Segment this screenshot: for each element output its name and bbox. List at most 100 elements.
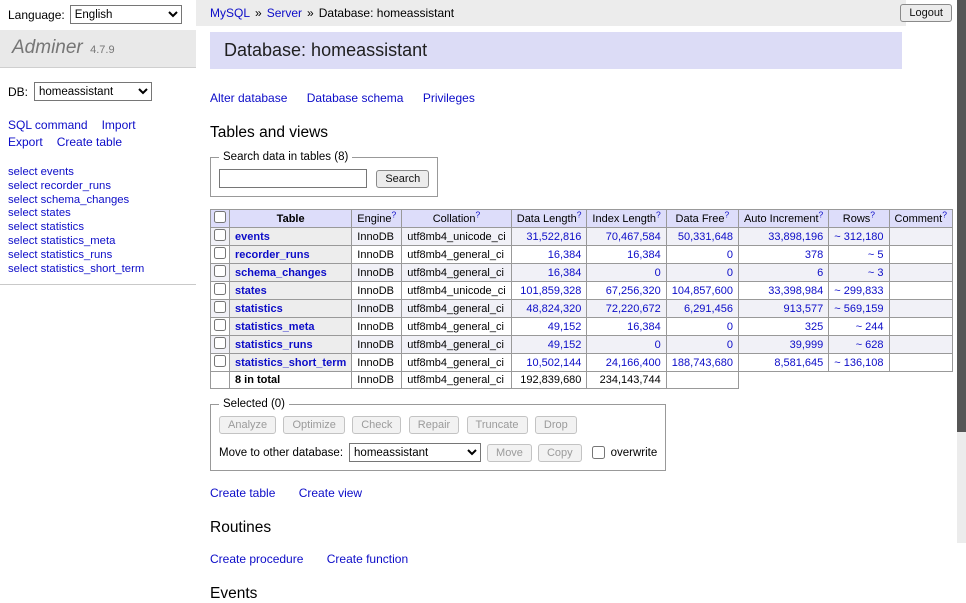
- rows-link[interactable]: ~ 628: [856, 339, 884, 351]
- table-name-link[interactable]: statistics: [235, 303, 283, 315]
- index-length-link[interactable]: 24,166,400: [606, 357, 661, 369]
- language-select[interactable]: English: [70, 5, 182, 24]
- rows-link[interactable]: ~ 5: [868, 249, 884, 261]
- selected-action-button[interactable]: Optimize: [283, 416, 344, 434]
- data-length-link[interactable]: 49,152: [548, 321, 582, 333]
- table-name-link[interactable]: events: [235, 231, 270, 243]
- db-select[interactable]: homeassistant: [34, 82, 152, 101]
- column-hint-link[interactable]: ?: [724, 209, 729, 219]
- index-length-link[interactable]: 0: [655, 339, 661, 351]
- breadcrumb-mysql-link[interactable]: MySQL: [210, 6, 250, 20]
- rows-link[interactable]: ~ 312,180: [834, 231, 883, 243]
- auto-increment-link[interactable]: 325: [805, 321, 823, 333]
- sidebar-sql-command-link[interactable]: SQL command: [8, 118, 88, 132]
- sidebar-table-link[interactable]: select events: [8, 166, 74, 178]
- selected-action-button[interactable]: Analyze: [219, 416, 276, 434]
- create-function-link[interactable]: Create function: [327, 552, 408, 566]
- data-free-link[interactable]: 0: [727, 321, 733, 333]
- data-length-link[interactable]: 48,824,320: [526, 303, 581, 315]
- scrollbar-thumb[interactable]: [957, 0, 966, 432]
- index-length-link[interactable]: 70,467,584: [606, 231, 661, 243]
- index-length-link[interactable]: 16,384: [627, 321, 661, 333]
- data-length-link[interactable]: 31,522,816: [526, 231, 581, 243]
- table-name-link[interactable]: statistics_short_term: [235, 357, 346, 369]
- sidebar-create-table-link[interactable]: Create table: [57, 135, 122, 149]
- rows-link[interactable]: ~ 299,833: [834, 285, 883, 297]
- sidebar-table-link[interactable]: select statistics_meta: [8, 235, 115, 247]
- auto-increment-link[interactable]: 378: [805, 249, 823, 261]
- search-button[interactable]: Search: [376, 170, 429, 188]
- data-free-link[interactable]: 6,291,456: [684, 303, 733, 315]
- create-procedure-link[interactable]: Create procedure: [210, 552, 303, 566]
- data-length-link[interactable]: 16,384: [548, 249, 582, 261]
- data-free-link[interactable]: 0: [727, 249, 733, 261]
- move-button[interactable]: Move: [487, 444, 532, 462]
- column-hint-link[interactable]: ?: [392, 209, 397, 219]
- data-length-link[interactable]: 49,152: [548, 339, 582, 351]
- row-checkbox[interactable]: [214, 247, 226, 259]
- copy-button[interactable]: Copy: [538, 444, 582, 462]
- rows-link[interactable]: ~ 244: [856, 321, 884, 333]
- column-hint-link[interactable]: ?: [942, 209, 947, 219]
- data-free-link[interactable]: 0: [727, 339, 733, 351]
- column-hint-link[interactable]: ?: [476, 209, 481, 219]
- index-length-link[interactable]: 0: [655, 267, 661, 279]
- selected-action-button[interactable]: Truncate: [467, 416, 528, 434]
- row-checkbox[interactable]: [214, 265, 226, 277]
- table-name-link[interactable]: recorder_runs: [235, 249, 310, 261]
- sidebar-table-link[interactable]: select schema_changes: [8, 194, 129, 206]
- breadcrumb-server-link[interactable]: Server: [267, 6, 302, 20]
- auto-increment-link[interactable]: 33,898,196: [768, 231, 823, 243]
- table-name-link[interactable]: statistics_meta: [235, 321, 315, 333]
- sidebar-export-link[interactable]: Export: [8, 135, 43, 149]
- column-hint-link[interactable]: ?: [656, 209, 661, 219]
- column-hint-link[interactable]: ?: [577, 209, 582, 219]
- selected-action-button[interactable]: Check: [352, 416, 401, 434]
- table-name-link[interactable]: states: [235, 285, 267, 297]
- overwrite-checkbox[interactable]: [592, 446, 605, 459]
- privileges-link[interactable]: Privileges: [423, 91, 475, 105]
- vertical-scrollbar[interactable]: [957, 0, 966, 543]
- data-length-link[interactable]: 10,502,144: [526, 357, 581, 369]
- row-checkbox[interactable]: [214, 337, 226, 349]
- database-schema-link[interactable]: Database schema: [307, 91, 404, 105]
- data-length-link[interactable]: 16,384: [548, 267, 582, 279]
- row-checkbox[interactable]: [214, 283, 226, 295]
- sidebar-table-link[interactable]: select statistics_runs: [8, 249, 112, 261]
- column-hint-link[interactable]: ?: [819, 209, 824, 219]
- index-length-link[interactable]: 72,220,672: [606, 303, 661, 315]
- auto-increment-link[interactable]: 913,577: [784, 303, 824, 315]
- selected-action-button[interactable]: Repair: [409, 416, 459, 434]
- row-checkbox[interactable]: [214, 301, 226, 313]
- auto-increment-link[interactable]: 33,398,984: [768, 285, 823, 297]
- rows-link[interactable]: ~ 136,108: [834, 357, 883, 369]
- check-all-checkbox[interactable]: [214, 211, 226, 223]
- table-name-link[interactable]: schema_changes: [235, 267, 327, 279]
- row-checkbox[interactable]: [214, 229, 226, 241]
- sidebar-import-link[interactable]: Import: [102, 118, 136, 132]
- sidebar-table-link[interactable]: select statistics: [8, 221, 84, 233]
- alter-database-link[interactable]: Alter database: [210, 91, 287, 105]
- selected-action-button[interactable]: Drop: [535, 416, 577, 434]
- row-checkbox[interactable]: [214, 319, 226, 331]
- search-input[interactable]: [219, 169, 367, 188]
- auto-increment-link[interactable]: 6: [817, 267, 823, 279]
- sidebar-table-link[interactable]: select statistics_short_term: [8, 263, 144, 275]
- data-free-link[interactable]: 0: [727, 267, 733, 279]
- rows-link[interactable]: ~ 569,159: [834, 303, 883, 315]
- data-length-link[interactable]: 101,859,328: [520, 285, 581, 297]
- move-database-select[interactable]: homeassistant: [349, 443, 481, 462]
- auto-increment-link[interactable]: 8,581,645: [774, 357, 823, 369]
- data-free-link[interactable]: 50,331,648: [678, 231, 733, 243]
- sidebar-table-link[interactable]: select recorder_runs: [8, 180, 111, 192]
- table-name-link[interactable]: statistics_runs: [235, 339, 313, 351]
- auto-increment-link[interactable]: 39,999: [790, 339, 824, 351]
- create-table-link[interactable]: Create table: [210, 486, 275, 500]
- row-checkbox[interactable]: [214, 355, 226, 367]
- logout-button[interactable]: Logout: [900, 4, 952, 22]
- data-free-link[interactable]: 188,743,680: [672, 357, 733, 369]
- index-length-link[interactable]: 16,384: [627, 249, 661, 261]
- column-hint-link[interactable]: ?: [870, 209, 875, 219]
- index-length-link[interactable]: 67,256,320: [606, 285, 661, 297]
- sidebar-table-link[interactable]: select states: [8, 207, 71, 219]
